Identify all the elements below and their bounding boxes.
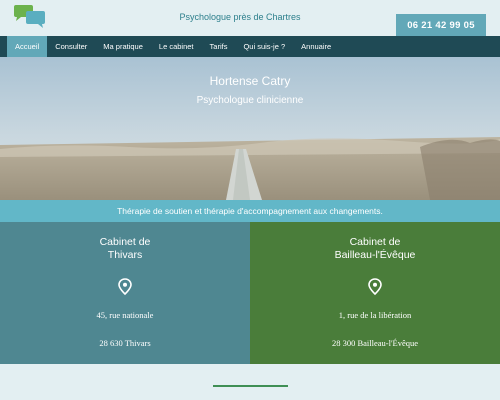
cabinet-title: Cabinet de Bailleau-l'Évêque xyxy=(250,236,500,262)
nav-item-annuaire[interactable]: Annuaire xyxy=(293,36,339,57)
cabinet-address: 1, rue de la libération xyxy=(338,310,412,320)
tagline-banner: Thérapie de soutien et thérapie d'accomp… xyxy=(0,200,500,222)
map-pin-icon xyxy=(367,278,383,296)
nav-item-consulter[interactable]: Consulter xyxy=(47,36,95,57)
cabinet-title-line1: Cabinet de xyxy=(99,236,151,248)
cabinet-thivars-card: Cabinet de Thivars 45, rue nationale 28 … xyxy=(0,222,250,364)
hero-banner: Hortense Catry Psychologue clinicienne xyxy=(0,57,500,200)
cabinet-title-line2: Bailleau-l'Évêque xyxy=(334,249,416,261)
hero-subtitle: Psychologue clinicienne xyxy=(196,95,304,106)
hero-name: Hortense Catry xyxy=(209,74,291,88)
nav-item-le-cabinet[interactable]: Le cabinet xyxy=(151,36,202,57)
footer-divider xyxy=(213,385,288,387)
speech-bubbles-icon[interactable] xyxy=(12,4,48,32)
cabinet-city: 28 300 Bailleau-l'Évêque xyxy=(331,338,419,348)
cabinet-address: 45, rue nationale xyxy=(96,310,154,320)
top-header: Psychologue près de Chartres 06 21 42 99… xyxy=(0,0,500,36)
site-tagline: Psychologue près de Chartres xyxy=(179,12,301,22)
main-nav: Accueil Consulter Ma pratique Le cabinet… xyxy=(0,36,500,57)
cabinet-title-line1: Cabinet de xyxy=(349,236,401,248)
footer xyxy=(0,364,500,400)
cabinet-title-line2: Thivars xyxy=(107,249,143,261)
nav-item-tarifs[interactable]: Tarifs xyxy=(202,36,236,57)
nav-item-ma-pratique[interactable]: Ma pratique xyxy=(95,36,151,57)
phone-button[interactable]: 06 21 42 99 05 xyxy=(396,14,486,36)
cabinet-city: 28 630 Thivars xyxy=(99,338,151,348)
nav-item-accueil[interactable]: Accueil xyxy=(7,36,48,57)
map-pin-icon xyxy=(117,278,133,296)
nav-item-qui-suis-je[interactable]: Qui suis-je ? xyxy=(235,36,293,57)
cabinet-title: Cabinet de Thivars xyxy=(0,236,250,262)
cabinet-bailleau-card: Cabinet de Bailleau-l'Évêque 1, rue de l… xyxy=(250,222,500,364)
